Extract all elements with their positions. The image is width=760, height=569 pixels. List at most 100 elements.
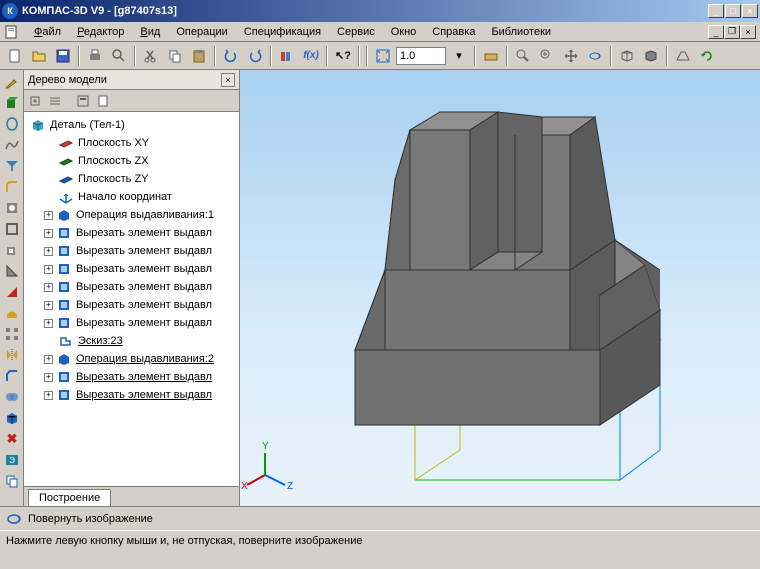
tree-origin[interactable]: Начало координат: [26, 188, 237, 206]
library-button[interactable]: [276, 45, 298, 67]
tree-plane-zx[interactable]: Плоскость ZX: [26, 152, 237, 170]
tree-mode-button[interactable]: [94, 92, 112, 110]
expand-icon[interactable]: +: [44, 301, 53, 310]
cut-button[interactable]: [140, 45, 162, 67]
fillet-button[interactable]: [2, 177, 22, 197]
undo-button[interactable]: [220, 45, 242, 67]
tree-cut-2[interactable]: + Вырезать элемент выдавл: [26, 242, 237, 260]
slope-button[interactable]: [2, 282, 22, 302]
close-button[interactable]: ×: [742, 4, 758, 18]
copy-special-button[interactable]: [2, 471, 22, 491]
tab-build[interactable]: Построение: [28, 489, 111, 506]
open-button[interactable]: [28, 45, 50, 67]
tree-expand-button[interactable]: [26, 92, 44, 110]
extrude-icon: [56, 351, 72, 367]
menu-file[interactable]: Файл: [26, 24, 69, 40]
tree-plane-zy[interactable]: Плоскость ZY: [26, 170, 237, 188]
tree-cut-4[interactable]: + Вырезать элемент выдавл: [26, 278, 237, 296]
tree-cut-3[interactable]: + Вырезать элемент выдавл: [26, 260, 237, 278]
shaded-button[interactable]: [640, 45, 662, 67]
expand-icon[interactable]: +: [44, 283, 53, 292]
redo-button[interactable]: [244, 45, 266, 67]
cut-extrude-button[interactable]: [2, 240, 22, 260]
menu-service[interactable]: Сервис: [329, 24, 383, 40]
expand-icon[interactable]: +: [44, 391, 53, 400]
maximize-button[interactable]: □: [725, 4, 741, 18]
tree-close-button[interactable]: ×: [221, 73, 235, 87]
save-button[interactable]: [52, 45, 74, 67]
wireframe-button[interactable]: [616, 45, 638, 67]
scale-dropdown-button[interactable]: ▾: [448, 45, 470, 67]
menu-specification[interactable]: Спецификация: [236, 24, 329, 40]
spline-button[interactable]: [2, 135, 22, 155]
tree-plane-xy[interactable]: Плоскость XY: [26, 134, 237, 152]
expand-icon[interactable]: +: [44, 319, 53, 328]
menu-window[interactable]: Окно: [383, 24, 425, 40]
svg-text:Э: Э: [9, 456, 15, 465]
menu-view[interactable]: Вид: [132, 24, 168, 40]
view-mode-button[interactable]: [480, 45, 502, 67]
menu-libraries[interactable]: Библиотеки: [483, 24, 559, 40]
pattern-button[interactable]: [2, 324, 22, 344]
rib-button[interactable]: [2, 261, 22, 281]
expand-icon[interactable]: +: [44, 373, 53, 382]
titlebar: К КОМПАС-3D V9 - [g87407s13] _ □ ×: [0, 0, 760, 22]
tree-sketch-23[interactable]: Эскиз:23: [26, 332, 237, 350]
menu-editor[interactable]: Редактор: [69, 24, 132, 40]
rotate-button[interactable]: [584, 45, 606, 67]
revolve-button[interactable]: [2, 114, 22, 134]
tree-root[interactable]: Деталь (Тел-1): [26, 116, 237, 134]
tree-cut-5[interactable]: + Вырезать элемент выдавл: [26, 296, 237, 314]
tree-collapse-button[interactable]: [46, 92, 64, 110]
stop-button[interactable]: ✖: [2, 429, 22, 449]
bottom-label: Повернуть изображение: [28, 513, 153, 525]
expand-icon[interactable]: +: [44, 265, 53, 274]
print-button[interactable]: [84, 45, 106, 67]
menu-help[interactable]: Справка: [424, 24, 483, 40]
hole-button[interactable]: [2, 198, 22, 218]
zoom-window-button[interactable]: [512, 45, 534, 67]
tree-cut-8[interactable]: + Вырезать элемент выдавл: [26, 386, 237, 404]
expand-icon[interactable]: +: [44, 355, 53, 364]
pan-button[interactable]: [560, 45, 582, 67]
zoom-in-button[interactable]: [536, 45, 558, 67]
refresh-button[interactable]: [696, 45, 718, 67]
tree-extrude-1[interactable]: + Операция выдавливания:1: [26, 206, 237, 224]
chamfer-button[interactable]: [2, 366, 22, 386]
mirror-button[interactable]: [2, 345, 22, 365]
mdi-minimize-button[interactable]: _: [708, 25, 724, 39]
expand-icon[interactable]: +: [44, 211, 53, 220]
tree-extrude-2[interactable]: + Операция выдавливания:2: [26, 350, 237, 368]
minimize-button[interactable]: _: [708, 4, 724, 18]
new-button[interactable]: [4, 45, 26, 67]
mdi-restore-button[interactable]: ❐: [724, 25, 740, 39]
boolean-button[interactable]: [2, 387, 22, 407]
shell-button[interactable]: [2, 219, 22, 239]
solid-button[interactable]: [2, 408, 22, 428]
help-cursor-button[interactable]: ↖?: [332, 45, 354, 67]
filter-button[interactable]: [2, 156, 22, 176]
tree-cut-7[interactable]: + Вырезать элемент выдавл: [26, 368, 237, 386]
scale-input[interactable]: [396, 47, 446, 65]
viewport-3d[interactable]: X Y Z: [240, 70, 760, 506]
tree-cut-6[interactable]: + Вырезать элемент выдавл: [26, 314, 237, 332]
perspective-button[interactable]: [672, 45, 694, 67]
tree-body[interactable]: Деталь (Тел-1) Плоскость XY Плоскость ZX…: [24, 112, 239, 486]
extrude-button[interactable]: [2, 93, 22, 113]
element-button[interactable]: Э: [2, 450, 22, 470]
sketch-button[interactable]: [2, 72, 22, 92]
cut-icon: [56, 243, 72, 259]
tree-cut-1[interactable]: + Вырезать элемент выдавл: [26, 224, 237, 242]
menu-operations[interactable]: Операции: [168, 24, 235, 40]
mdi-close-button[interactable]: ×: [740, 25, 756, 39]
model-tree-panel: Дерево модели × Деталь (Тел-1) Плоскость…: [24, 70, 240, 506]
copy-button[interactable]: [164, 45, 186, 67]
paste-button[interactable]: [188, 45, 210, 67]
variables-button[interactable]: f(x): [300, 45, 322, 67]
preview-button[interactable]: [108, 45, 130, 67]
scale-fit-button[interactable]: [372, 45, 394, 67]
expand-icon[interactable]: +: [44, 229, 53, 238]
expand-icon[interactable]: +: [44, 247, 53, 256]
tree-filter-button[interactable]: [74, 92, 92, 110]
surface-button[interactable]: [2, 303, 22, 323]
